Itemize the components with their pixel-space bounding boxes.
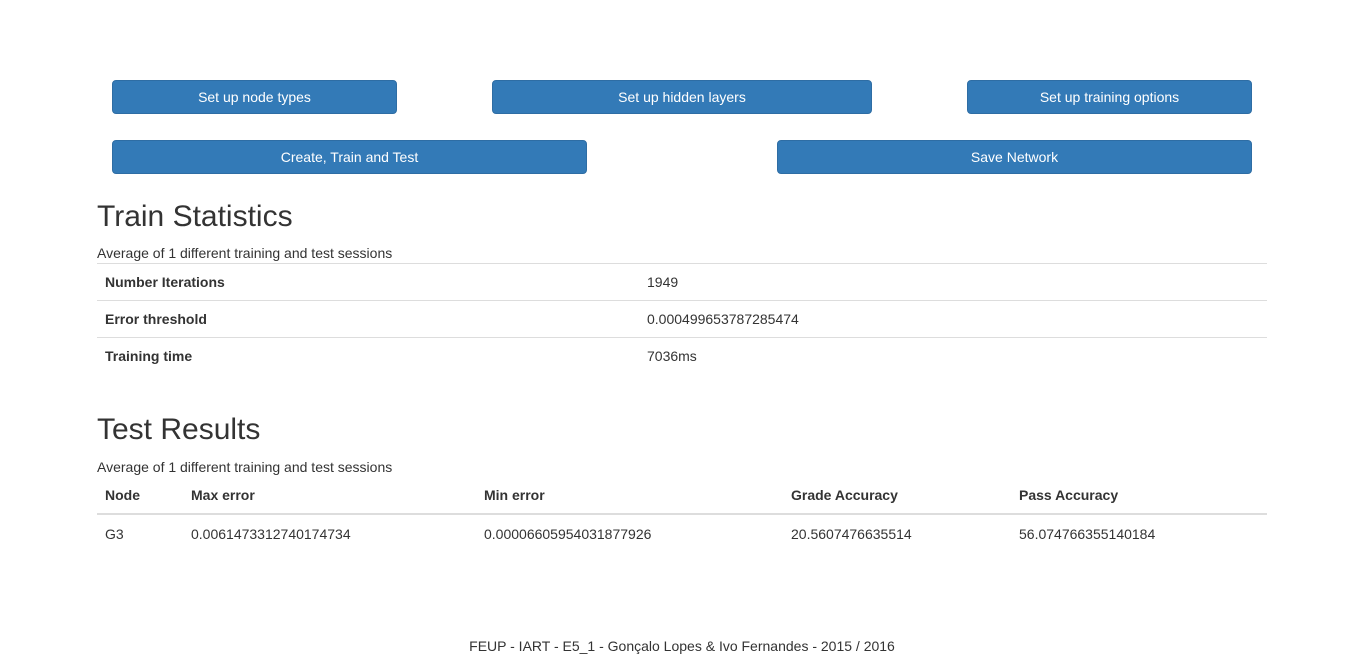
set-up-node-types-button[interactable]: Set up node types: [112, 80, 397, 114]
column-header-min-error: Min error: [476, 477, 783, 515]
cell-min-error: 0.00006605954031877926: [484, 525, 652, 542]
page: Set up node types Set up hidden layers S…: [0, 0, 1364, 655]
train-statistics-subtitle: Average of 1 different training and test…: [97, 245, 393, 261]
save-network-button[interactable]: Save Network: [777, 140, 1252, 174]
footer-credits: FEUP - IART - E5_1 - Gonçalo Lopes & Ivo…: [469, 638, 895, 654]
cell-grade-accuracy: 20.5607476635514: [791, 525, 912, 542]
table-row: Number Iterations 1949: [97, 263, 1267, 301]
stat-value: 7036ms: [626, 337, 1267, 374]
set-up-hidden-layers-button[interactable]: Set up hidden layers: [492, 80, 872, 114]
test-results-title: Test Results: [97, 413, 261, 446]
cell-max-error: 0.0061473312740174734: [191, 525, 351, 542]
train-statistics-table: Number Iterations 1949 Error threshold 0…: [97, 263, 1267, 374]
table-row: Error threshold 0.000499653787285474: [97, 300, 1267, 338]
column-header-grade-accuracy: Grade Accuracy: [783, 477, 1011, 515]
table-header-row: Node Max error Min error Grade Accuracy …: [97, 477, 1267, 515]
stat-label: Error threshold: [97, 300, 626, 338]
table-row: Training time 7036ms: [97, 337, 1267, 374]
train-statistics-title: Train Statistics: [97, 200, 293, 233]
create-train-test-button[interactable]: Create, Train and Test: [112, 140, 587, 174]
stat-value: 0.000499653787285474: [626, 300, 1267, 338]
stat-label: Training time: [97, 337, 626, 374]
column-header-max-error: Max error: [183, 477, 476, 515]
train-statistics-section: Train Statistics Average of 1 different …: [97, 200, 1267, 374]
test-results-section: Test Results Average of 1 different trai…: [97, 413, 1267, 552]
test-results-table: Node Max error Min error Grade Accuracy …: [97, 477, 1267, 552]
column-header-pass-accuracy: Pass Accuracy: [1011, 477, 1267, 515]
stat-label: Number Iterations: [97, 263, 626, 301]
test-results-subtitle: Average of 1 different training and test…: [97, 459, 393, 475]
set-up-training-options-button[interactable]: Set up training options: [967, 80, 1252, 114]
stat-value: 1949: [626, 263, 1267, 301]
cell-pass-accuracy: 56.074766355140184: [1019, 525, 1156, 542]
table-row: G3 0.0061473312740174734 0.0000660595403…: [97, 514, 1267, 552]
cell-node: G3: [105, 525, 124, 542]
column-header-node: Node: [97, 477, 183, 515]
